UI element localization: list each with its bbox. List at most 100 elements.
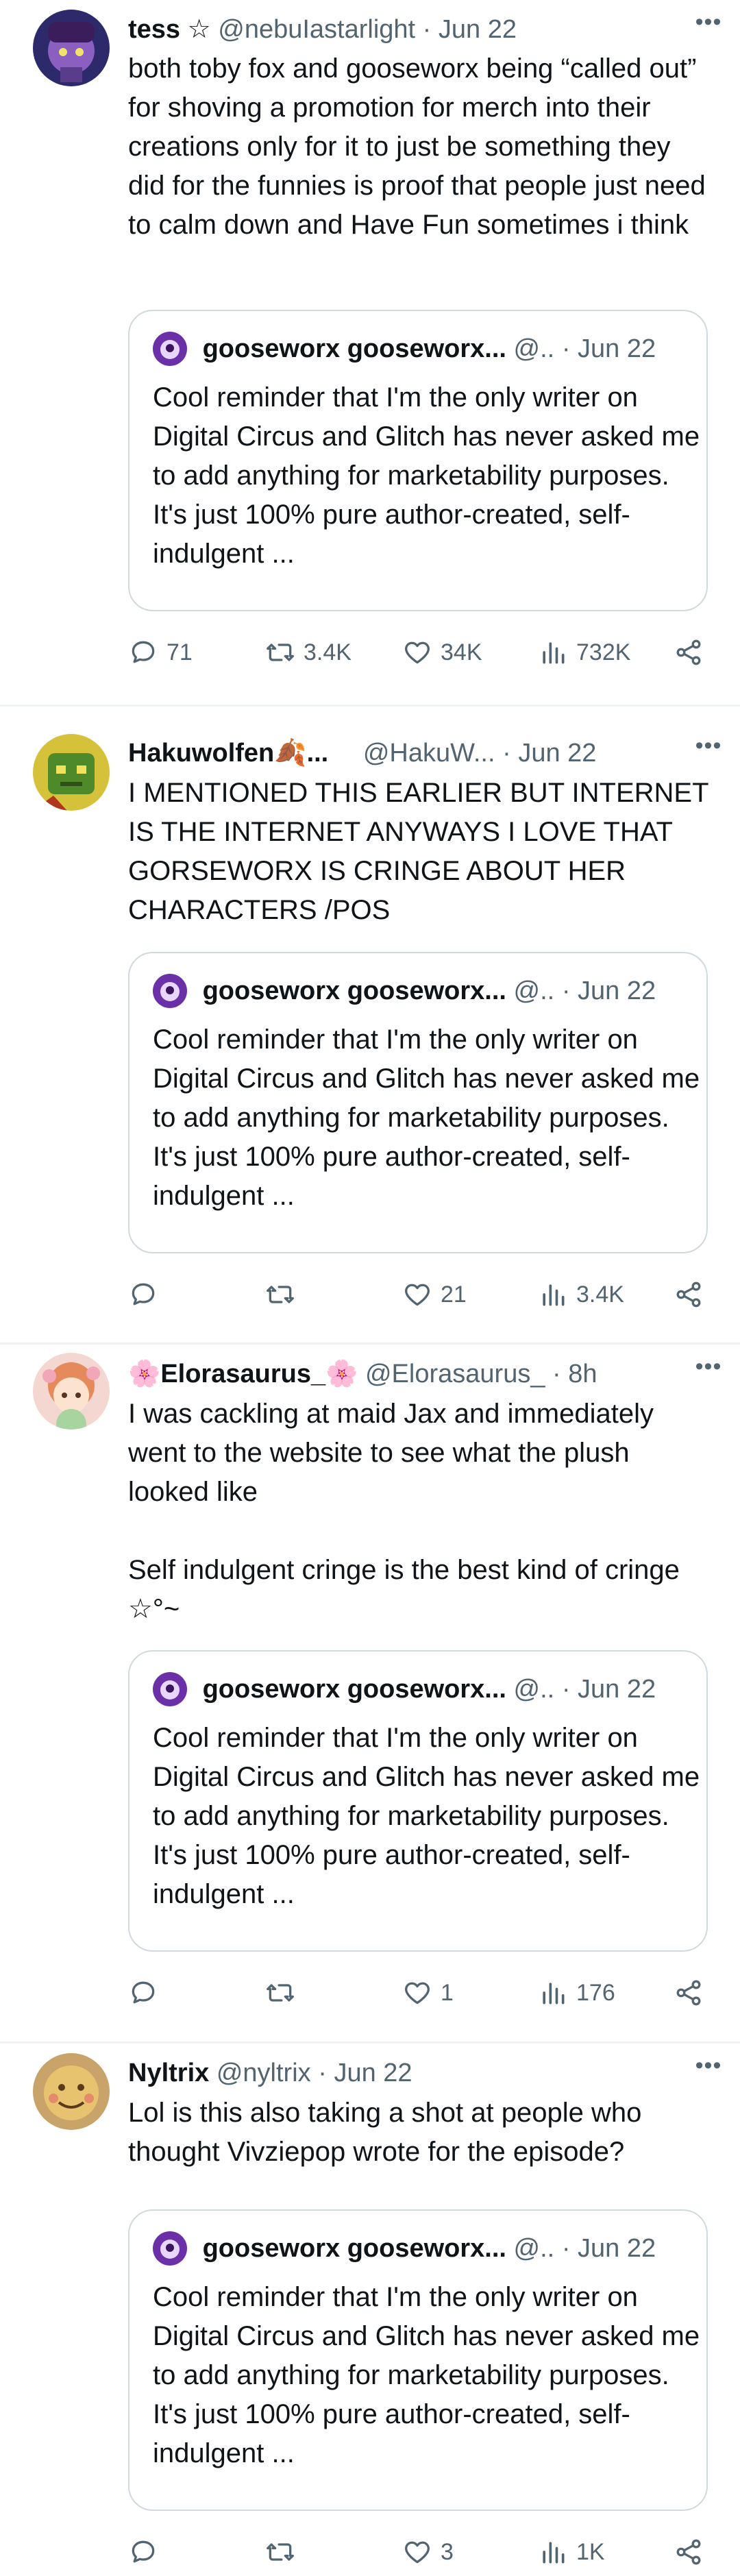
quoted-tweet[interactable]: gooseworx gooseworx... @.. · Jun 22 Cool… bbox=[128, 310, 708, 611]
like-count: 3 bbox=[441, 2538, 454, 2565]
tweet[interactable]: Nyltrix @nyltrix · Jun 22 ••• Lol is thi… bbox=[0, 2044, 740, 2576]
reply-button[interactable]: 71 bbox=[128, 633, 193, 672]
retweet-button[interactable]: 3.4K bbox=[265, 633, 352, 672]
quoted-timestamp: Jun 22 bbox=[578, 1675, 656, 1704]
tweet-header: tess ☆ @nebuIastarlight · Jun 22 bbox=[128, 12, 724, 47]
like-icon bbox=[405, 641, 430, 664]
tweet-text: I was cackling at maid Jax and immediate… bbox=[128, 1399, 680, 1624]
quoted-tweet-header: gooseworx gooseworx... @.. · Jun 22 bbox=[153, 974, 686, 1008]
view-count: 1K bbox=[576, 2538, 605, 2565]
retweet-count: 3.4K bbox=[304, 639, 352, 665]
share-button[interactable] bbox=[674, 2533, 712, 2571]
tweet[interactable]: 🌸Elorasaurus_🌸 @Elorasaurus_ · 8h ••• I … bbox=[0, 1345, 740, 2041]
quoted-tweet-header: gooseworx gooseworx... @.. · Jun 22 bbox=[153, 332, 686, 366]
like-button[interactable]: 21 bbox=[402, 1275, 467, 1314]
quoted-tweet-text: Cool reminder that I'm the only writer o… bbox=[153, 2282, 708, 2468]
quoted-tweet[interactable]: gooseworx gooseworx... @.. · Jun 22 Cool… bbox=[128, 2209, 708, 2511]
retweet-icon bbox=[267, 643, 294, 661]
like-button[interactable]: 1 bbox=[402, 1974, 454, 2012]
views-button[interactable]: 732K bbox=[538, 633, 630, 672]
more-icon[interactable]: ••• bbox=[693, 1351, 724, 1382]
like-count: 1 bbox=[441, 1979, 454, 2006]
author-handle[interactable]: @Elorasaurus_ bbox=[365, 1360, 545, 1388]
action-bar: 21 3.4K bbox=[128, 1275, 711, 1314]
reply-button[interactable] bbox=[128, 2533, 166, 2571]
separator-dot: · bbox=[561, 1675, 571, 1704]
author-handle[interactable]: @HakuW... bbox=[363, 739, 495, 768]
retweet-button[interactable] bbox=[265, 1974, 304, 2012]
like-icon bbox=[405, 1982, 430, 2004]
separator-dot: · bbox=[561, 2234, 571, 2263]
quoted-tweet[interactable]: gooseworx gooseworx... @.. · Jun 22 Cool… bbox=[128, 952, 708, 1253]
author-handle[interactable]: @nebuIastarlight bbox=[218, 15, 415, 44]
reply-icon bbox=[132, 1283, 155, 1305]
quoted-timestamp: Jun 22 bbox=[578, 334, 656, 363]
avatar[interactable] bbox=[33, 1353, 110, 1430]
reply-button[interactable] bbox=[128, 1974, 166, 2012]
separator-dot: · bbox=[318, 2059, 327, 2087]
author-name[interactable]: Nyltrix bbox=[128, 2059, 209, 2087]
quoted-tweet-text: Cool reminder that I'm the only writer o… bbox=[153, 1723, 708, 1909]
timestamp[interactable]: Jun 22 bbox=[334, 2059, 412, 2087]
views-button[interactable]: 1K bbox=[538, 2533, 605, 2571]
author-name[interactable]: tess ☆ bbox=[128, 15, 211, 44]
reply-icon bbox=[132, 2540, 155, 2563]
like-button[interactable]: 34K bbox=[402, 633, 482, 672]
reply-button[interactable] bbox=[128, 1275, 166, 1314]
avatar[interactable] bbox=[33, 2053, 110, 2130]
share-icon bbox=[676, 639, 701, 665]
share-icon bbox=[676, 1980, 701, 2006]
quoted-author-handle: @.. bbox=[513, 334, 555, 363]
like-icon bbox=[405, 2541, 430, 2564]
quoted-tweet[interactable]: gooseworx gooseworx... @.. · Jun 22 Cool… bbox=[128, 1650, 708, 1952]
timestamp[interactable]: Jun 22 bbox=[518, 739, 596, 768]
more-icon[interactable]: ••• bbox=[693, 7, 724, 37]
views-button[interactable]: 3.4K bbox=[538, 1275, 624, 1314]
share-button[interactable] bbox=[674, 1974, 712, 2012]
quoted-avatar bbox=[153, 332, 187, 366]
author-name[interactable]: Hakuwolfen🍂... bbox=[128, 739, 328, 768]
tweet-text: Lol is this also taking a shot at people… bbox=[128, 2098, 650, 2167]
view-count: 176 bbox=[576, 1979, 615, 2006]
tweet-text: both toby fox and gooseworx being “calle… bbox=[128, 53, 713, 240]
tweet[interactable]: tess ☆ @nebuIastarlight · Jun 22 ••• bot… bbox=[0, 0, 740, 704]
like-button[interactable]: 3 bbox=[402, 2533, 454, 2571]
retweet-button[interactable] bbox=[265, 1275, 304, 1314]
views-icon bbox=[543, 2542, 565, 2564]
tweet[interactable]: Hakuwolfen🍂... @HakuW... · Jun 22 ••• I … bbox=[0, 707, 740, 1342]
view-count: 3.4K bbox=[576, 1281, 624, 1308]
avatar[interactable] bbox=[33, 10, 110, 86]
quoted-author-handle: @.. bbox=[513, 2234, 555, 2263]
quoted-timestamp: Jun 22 bbox=[578, 2234, 656, 2263]
tweet-header: Nyltrix @nyltrix · Jun 22 bbox=[128, 2056, 724, 2090]
timestamp[interactable]: 8h bbox=[568, 1360, 597, 1388]
reply-count: 71 bbox=[166, 639, 193, 665]
timestamp[interactable]: Jun 22 bbox=[439, 15, 517, 44]
share-button[interactable] bbox=[674, 1275, 712, 1314]
separator-dot: · bbox=[422, 15, 432, 44]
views-icon bbox=[543, 1983, 565, 2004]
action-bar: 3 1K bbox=[128, 2533, 711, 2571]
like-count: 34K bbox=[441, 639, 482, 665]
share-icon bbox=[676, 1281, 701, 1308]
quoted-tweet-header: gooseworx gooseworx... @.. · Jun 22 bbox=[153, 1672, 686, 1706]
view-count: 732K bbox=[576, 639, 631, 665]
views-button[interactable]: 176 bbox=[538, 1974, 615, 2012]
quoted-author-name: gooseworx gooseworx... bbox=[202, 334, 506, 363]
quoted-author-handle: @.. bbox=[513, 977, 555, 1005]
retweet-button[interactable] bbox=[265, 2533, 304, 2571]
views-icon bbox=[543, 642, 565, 664]
more-icon[interactable]: ••• bbox=[693, 731, 724, 761]
quoted-tweet-text: Cool reminder that I'm the only writer o… bbox=[153, 1025, 708, 1211]
quoted-author-name: gooseworx gooseworx... bbox=[202, 2234, 506, 2263]
like-icon bbox=[405, 1284, 430, 1306]
author-name[interactable]: 🌸Elorasaurus_🌸 bbox=[128, 1360, 358, 1388]
quoted-tweet-text: Cool reminder that I'm the only writer o… bbox=[153, 382, 708, 569]
quoted-timestamp: Jun 22 bbox=[578, 977, 656, 1005]
share-button[interactable] bbox=[674, 633, 712, 672]
more-icon[interactable]: ••• bbox=[693, 2050, 724, 2081]
reply-icon bbox=[132, 1981, 155, 2004]
avatar[interactable] bbox=[33, 734, 110, 811]
views-icon bbox=[543, 1284, 565, 1306]
author-handle[interactable]: @nyltrix bbox=[217, 2059, 311, 2087]
